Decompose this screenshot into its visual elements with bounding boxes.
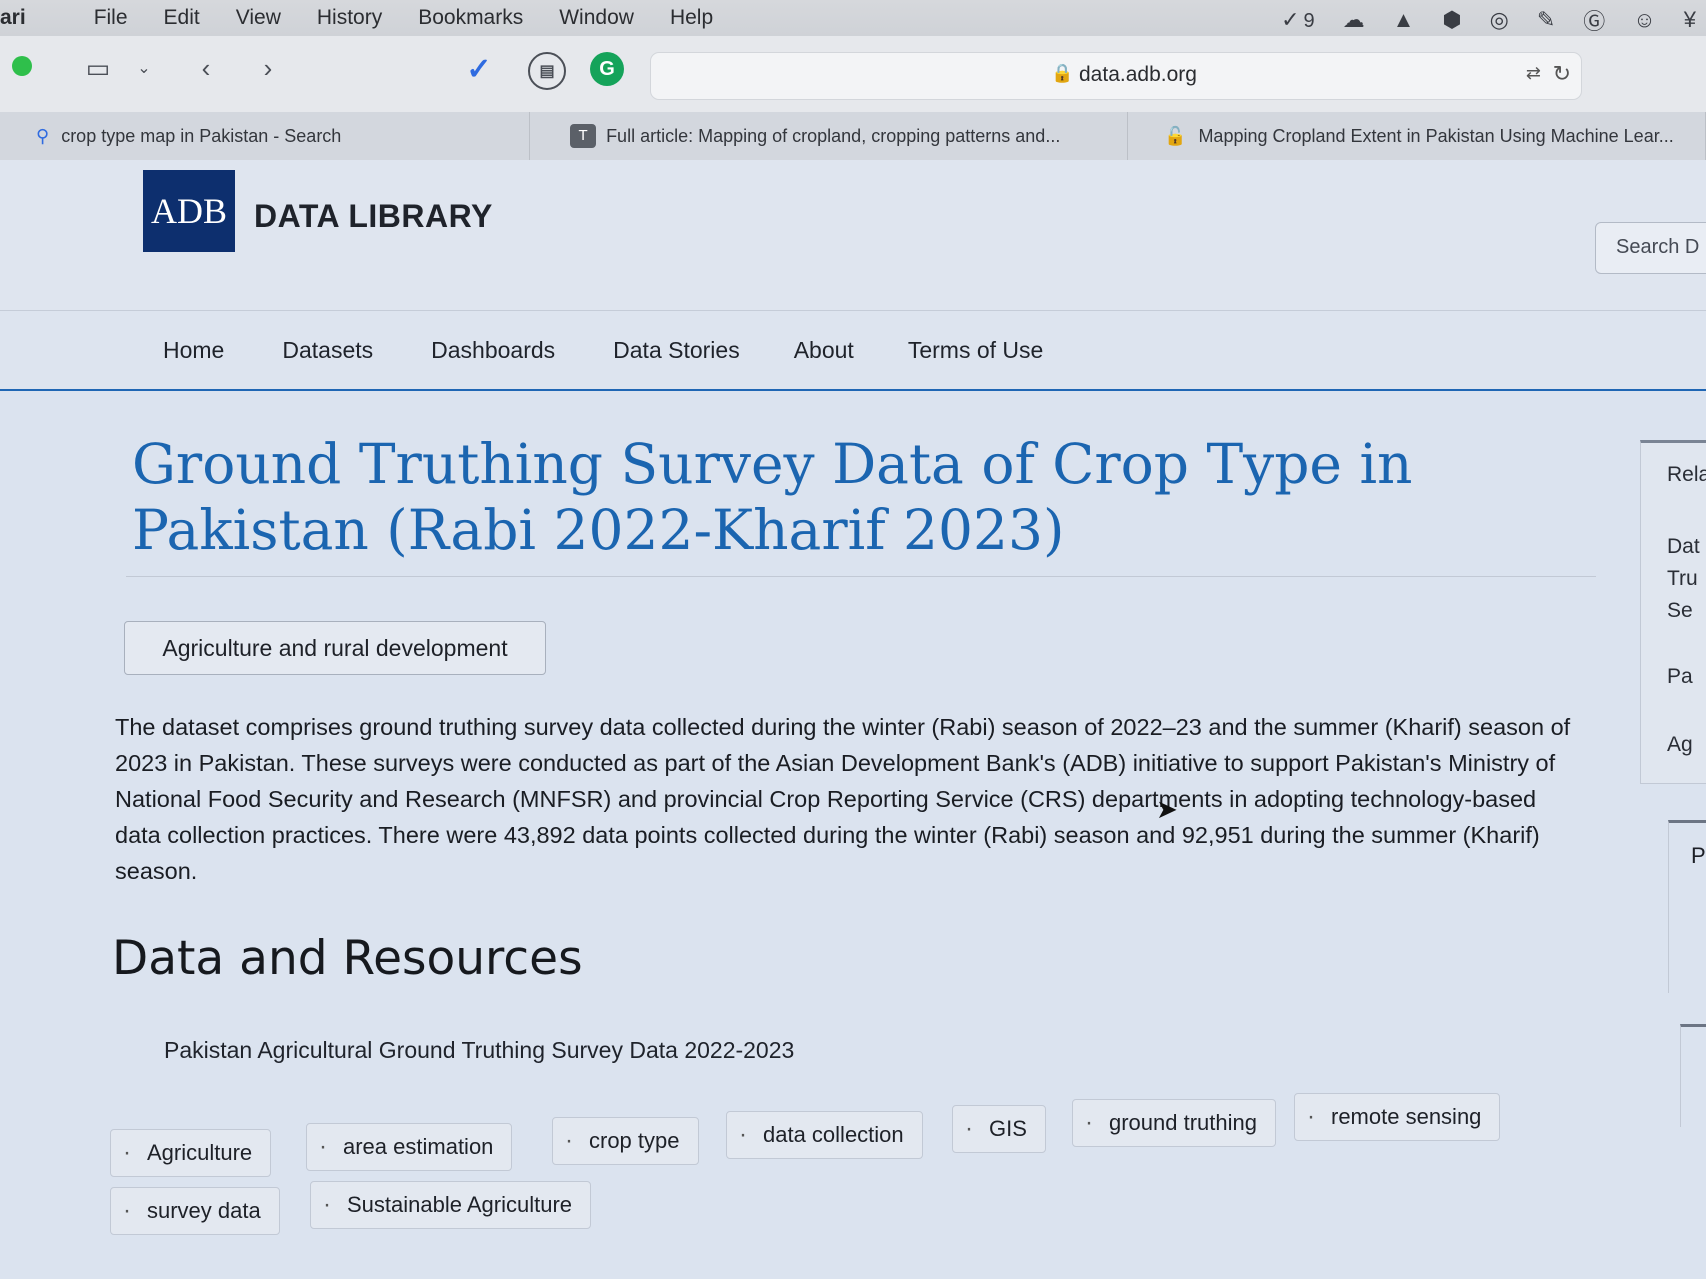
status-icons: ✓ 9 ☁ ▲ ⬢ ◎ ✎ Ⓖ ☺ ¥: [1281, 4, 1696, 36]
sidebar-heading: Rela: [1667, 463, 1706, 486]
section-title: Data and Resources: [112, 931, 583, 986]
tag-remote-sensing[interactable]: remote sensing: [1294, 1093, 1501, 1141]
sidebar-toggle-icon[interactable]: ▭: [78, 50, 118, 86]
reader-extension-icon[interactable]: ▤: [528, 52, 566, 90]
menu-file[interactable]: File: [94, 6, 128, 30]
check-badge-icon[interactable]: ✓ 9: [1281, 7, 1315, 33]
menu-help[interactable]: Help: [670, 6, 713, 30]
tag-agriculture[interactable]: Agriculture: [110, 1129, 272, 1177]
search-placeholder: Search D: [1616, 236, 1700, 258]
sidebar-line[interactable]: Pa: [1667, 665, 1693, 689]
sidebar-box: P: [1668, 820, 1706, 993]
tag-sustainable-agriculture[interactable]: Sustainable Agriculture: [310, 1181, 592, 1229]
menu-bar: ari File Edit View History Bookmarks Win…: [0, 0, 1706, 36]
site-title[interactable]: DATA LIBRARY: [254, 198, 493, 235]
tools-icon[interactable]: ¥: [1684, 7, 1696, 33]
mouse-cursor-icon: ➤: [1156, 794, 1178, 824]
badge-count: 9: [1303, 10, 1315, 32]
address-bar[interactable]: 🔒 data.adb.org ⇄ ↻: [650, 52, 1582, 100]
category-badge[interactable]: Agriculture and rural development: [124, 621, 546, 675]
nav-datasets[interactable]: Datasets: [282, 337, 373, 364]
menu-view[interactable]: View: [236, 6, 281, 30]
menu-bookmarks[interactable]: Bookmarks: [418, 6, 523, 30]
tag-survey-data[interactable]: survey data: [110, 1187, 280, 1235]
adb-logo[interactable]: ADB: [143, 170, 235, 252]
tab-mapping-cropland[interactable]: 🔓 Mapping Cropland Extent in Pakistan Us…: [1128, 112, 1706, 160]
forward-button[interactable]: ›: [248, 50, 288, 86]
lock-icon: 🔒: [1051, 63, 1074, 83]
cloud-icon[interactable]: ☁: [1343, 7, 1365, 33]
reload-icon[interactable]: ↻: [1553, 61, 1571, 87]
browser-toolbar: ▭ ⌄ ‹ › ✓ ▤ G ☰ 🔒 data.adb.org ⇄ ↻: [0, 36, 1706, 113]
search-icon: ⚲: [36, 125, 50, 146]
tab-search[interactable]: ⚲ crop type map in Pakistan - Search: [0, 112, 531, 160]
sidebar-line[interactable]: Dat: [1667, 535, 1700, 559]
menu-edit[interactable]: Edit: [164, 6, 200, 30]
tag-crop-type[interactable]: crop type: [552, 1117, 699, 1165]
nav-about[interactable]: About: [794, 337, 854, 364]
search-input[interactable]: Search D: [1595, 222, 1706, 274]
tab-label: Mapping Cropland Extent in Pakistan Usin…: [1198, 125, 1674, 146]
url-text[interactable]: data.adb.org: [1079, 63, 1197, 87]
grammarly-extension-icon[interactable]: G: [590, 52, 624, 86]
unlock-icon: 🔓: [1164, 125, 1187, 146]
tab-bar: ⚲ crop type map in Pakistan - Search T F…: [0, 112, 1706, 161]
nav-data-stories[interactable]: Data Stories: [613, 337, 740, 364]
title-divider: [126, 576, 1596, 577]
shield-icon[interactable]: ⬢: [1442, 7, 1461, 33]
site-header: ADB DATA LIBRARY Search D: [0, 160, 1706, 310]
nav-dashboards[interactable]: Dashboards: [431, 337, 555, 364]
sidebar-box-label: P: [1691, 843, 1706, 868]
chevron-down-icon[interactable]: ⌄: [124, 50, 164, 86]
check-extension-icon[interactable]: ✓: [462, 52, 496, 86]
signature-icon[interactable]: ✎: [1537, 7, 1555, 33]
menu-history[interactable]: History: [317, 6, 382, 30]
sidebar-line[interactable]: Se: [1667, 599, 1693, 623]
back-button[interactable]: ‹: [186, 50, 226, 86]
nav-terms-of-use[interactable]: Terms of Use: [908, 337, 1043, 364]
menu-app-name[interactable]: ari: [0, 6, 26, 30]
dataset-description: The dataset comprises ground truthing su…: [115, 714, 1571, 884]
tag-area-estimation[interactable]: area estimation: [306, 1123, 513, 1171]
tab-full-article[interactable]: T Full article: Mapping of cropland, cro…: [530, 112, 1129, 160]
main-nav: Home Datasets Dashboards Data Stories Ab…: [0, 310, 1706, 392]
tag-data-collection[interactable]: data collection: [726, 1111, 923, 1159]
mountain-icon[interactable]: ▲: [1393, 7, 1415, 33]
sidebar-line[interactable]: Ag: [1667, 733, 1693, 757]
related-sidebar: Rela Dat Tru Se Pa Ag: [1640, 440, 1706, 784]
sidebar-box: [1680, 1024, 1706, 1127]
eye-icon[interactable]: ◎: [1490, 7, 1509, 33]
nav-home[interactable]: Home: [163, 337, 224, 364]
tab-label: crop type map in Pakistan - Search: [61, 125, 342, 146]
tag-ground-truthing[interactable]: ground truthing: [1072, 1099, 1276, 1147]
page-title: Ground Truthing Survey Data of Crop Type…: [132, 432, 1413, 562]
tag-gis[interactable]: GIS: [952, 1105, 1046, 1153]
window-zoom-button[interactable]: [12, 56, 32, 76]
translate-icon[interactable]: ⇄: [1526, 63, 1541, 84]
tab-label: Full article: Mapping of cropland, cropp…: [606, 125, 1061, 146]
robot-icon[interactable]: ☺: [1633, 7, 1655, 33]
menu-window[interactable]: Window: [559, 6, 634, 30]
sidebar-line[interactable]: Tru: [1667, 567, 1698, 591]
tandf-favicon: T: [570, 124, 597, 148]
main-content: Ground Truthing Survey Data of Crop Type…: [0, 391, 1706, 1279]
grammarly-icon[interactable]: Ⓖ: [1583, 4, 1605, 36]
resource-link[interactable]: Pakistan Agricultural Ground Truthing Su…: [164, 1037, 794, 1064]
